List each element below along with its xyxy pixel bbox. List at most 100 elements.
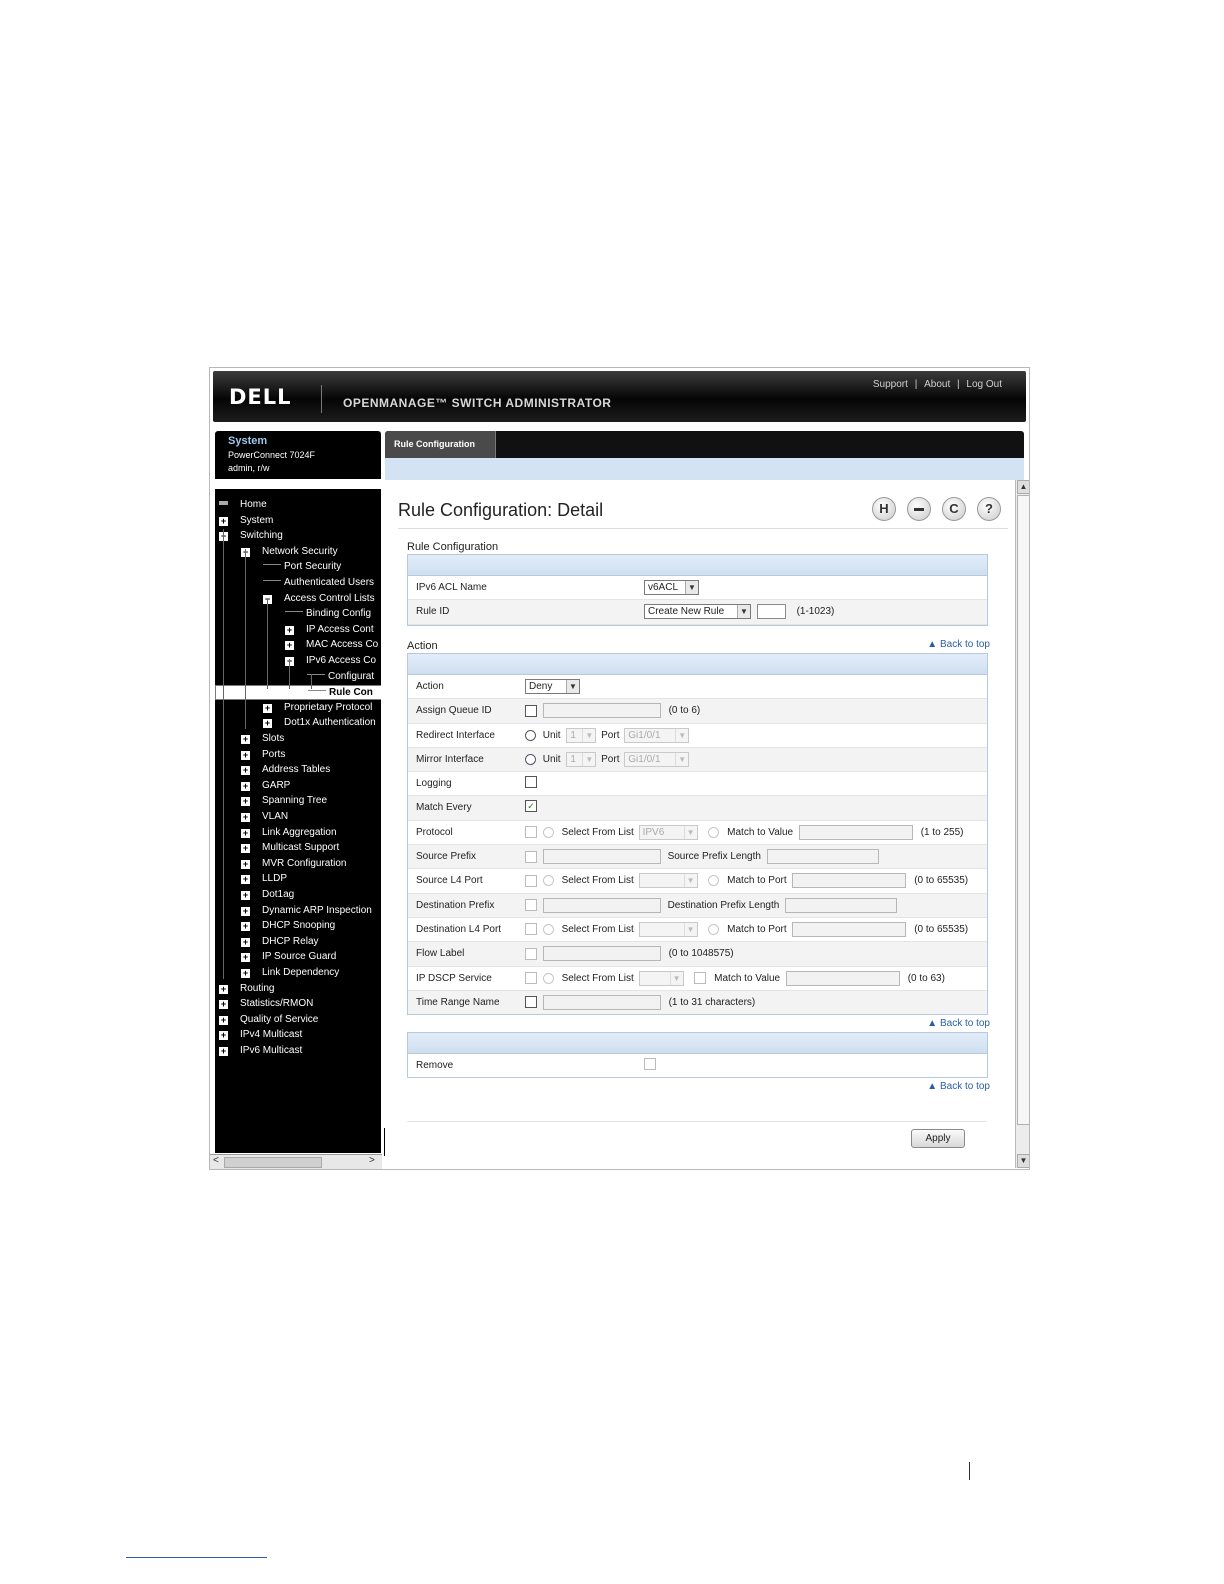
dest-l4-select[interactable]: ▼ <box>638 921 698 937</box>
expand-icon[interactable]: + <box>241 875 250 885</box>
nav-item-dot1ag[interactable]: + Dot1ag <box>241 887 294 902</box>
expand-icon[interactable]: + <box>241 922 250 932</box>
redirect-radio[interactable] <box>525 729 536 741</box>
nav-item-ipv4-multicast[interactable]: + IPv4 Multicast <box>219 1027 302 1042</box>
nav-item-ports[interactable]: + Ports <box>241 747 285 762</box>
source-l4-port-input[interactable] <box>792 873 907 889</box>
nav-item-multicast-support[interactable]: + Multicast Support <box>241 840 339 855</box>
expand-icon[interactable]: + <box>219 1000 228 1010</box>
protocol-select[interactable]: IPV6 ▼ <box>638 824 698 840</box>
expand-icon[interactable]: + <box>241 797 250 807</box>
expand-icon[interactable]: + <box>263 719 272 729</box>
scroll-up-arrow[interactable]: ▲ <box>1017 480 1029 494</box>
source-l4-select[interactable]: ▼ <box>638 873 698 889</box>
flow-label-input[interactable] <box>542 946 661 962</box>
save-icon[interactable]: H <box>872 497 896 521</box>
expand-icon[interactable]: + <box>285 625 294 635</box>
logout-link[interactable]: Log Out <box>966 379 1002 390</box>
scroll-thumb[interactable] <box>1017 495 1029 1125</box>
source-l4-list-radio[interactable] <box>542 875 554 887</box>
nav-item-mvr-configuration[interactable]: + MVR Configuration <box>241 856 346 871</box>
expand-icon[interactable]: + <box>285 641 294 651</box>
expand-icon[interactable]: + <box>219 984 228 994</box>
nav-item-rule-con[interactable]: Rule Con <box>215 685 381 701</box>
assign-queue-input[interactable] <box>542 703 661 719</box>
dest-l4-port-radio[interactable] <box>708 923 720 935</box>
dest-prefix-checkbox[interactable] <box>525 899 537 912</box>
dscp-value-input[interactable] <box>785 970 900 986</box>
dscp-select[interactable]: ▼ <box>638 970 684 986</box>
nav-item-link-aggregation[interactable]: + Link Aggregation <box>241 825 337 840</box>
expand-icon[interactable]: + <box>241 781 250 791</box>
content-vertical-scrollbar[interactable]: ▲ ▼ <box>1015 480 1029 1168</box>
refresh-icon[interactable]: C <box>942 497 966 521</box>
flow-label-checkbox[interactable] <box>525 947 537 960</box>
redirect-port-select[interactable]: Gi1/0/1 ▼ <box>624 727 690 743</box>
source-l4-checkbox[interactable] <box>525 874 537 887</box>
back-to-top-link[interactable]: ▲ Back to top <box>927 1081 990 1092</box>
nav-item-home[interactable]: Home <box>219 497 267 512</box>
tab-rule-configuration[interactable]: Rule Configuration <box>385 431 496 458</box>
dscp-value-checkbox[interactable] <box>694 972 707 985</box>
dest-prefix-input[interactable] <box>542 897 661 913</box>
rule-id-input[interactable] <box>756 604 786 620</box>
expand-icon[interactable]: + <box>241 953 250 963</box>
nav-item-authenticated-users[interactable]: Authenticated Users <box>263 575 374 590</box>
remove-checkbox[interactable] <box>644 1058 656 1070</box>
apply-button[interactable]: Apply <box>911 1129 965 1148</box>
nav-item-ipv6-multicast[interactable]: + IPv6 Multicast <box>219 1043 302 1058</box>
expand-icon[interactable]: + <box>241 828 250 838</box>
expand-icon[interactable]: + <box>219 516 228 526</box>
nav-item-proprietary-protocol[interactable]: + Proprietary Protocol <box>263 700 372 715</box>
nav-item-ip-access-cont[interactable]: + IP Access Cont <box>285 622 374 637</box>
rule-id-select[interactable]: Create New Rule ▼ <box>644 604 751 620</box>
scroll-right-arrow[interactable]: > <box>369 1155 375 1166</box>
mirror-radio[interactable] <box>525 753 536 765</box>
expand-icon[interactable]: + <box>241 844 250 854</box>
nav-item-dhcp-snooping[interactable]: + DHCP Snooping <box>241 918 335 933</box>
expand-icon[interactable]: + <box>241 969 250 978</box>
expand-icon[interactable]: + <box>219 1031 228 1041</box>
redirect-unit-select[interactable]: 1 ▼ <box>566 727 597 743</box>
expand-icon[interactable]: + <box>263 703 272 713</box>
back-to-top-link[interactable]: ▲ Back to top <box>927 1018 990 1029</box>
nav-item-address-tables[interactable]: + Address Tables <box>241 762 330 777</box>
assign-queue-checkbox[interactable] <box>525 704 537 717</box>
mirror-port-select[interactable]: Gi1/0/1 ▼ <box>624 751 690 767</box>
nav-item-quality-of-service[interactable]: + Quality of Service <box>219 1012 318 1027</box>
nav-item-ip-source-guard[interactable]: + IP Source Guard <box>241 949 336 964</box>
source-prefix-input[interactable] <box>542 849 661 865</box>
scroll-left-arrow[interactable]: < <box>213 1155 219 1166</box>
nav-item-lldp[interactable]: + LLDP <box>241 871 287 886</box>
source-prefix-length-input[interactable] <box>766 849 879 865</box>
dest-l4-list-radio[interactable] <box>542 923 554 935</box>
protocol-value-radio[interactable] <box>708 826 720 838</box>
action-select[interactable]: Deny ▼ <box>525 679 580 694</box>
protocol-value-input[interactable] <box>798 824 913 840</box>
dscp-list-radio[interactable] <box>542 972 554 984</box>
source-l4-port-radio[interactable] <box>708 875 720 887</box>
protocol-checkbox[interactable] <box>525 826 537 839</box>
nav-item-slots[interactable]: + Slots <box>241 731 284 746</box>
expand-icon[interactable]: + <box>219 1047 228 1056</box>
nav-item-dot1x-authentication[interactable]: + Dot1x Authentication <box>263 715 376 730</box>
nav-item-ipv6-access-co[interactable]: −IPv6 Access Co <box>285 653 376 668</box>
help-icon[interactable]: ? <box>977 497 1001 521</box>
time-range-checkbox[interactable] <box>525 996 537 1009</box>
expand-icon[interactable]: + <box>219 1015 228 1025</box>
mirror-unit-select[interactable]: 1 ▼ <box>566 751 597 767</box>
support-link[interactable]: Support <box>873 379 908 390</box>
print-icon[interactable]: ▬ <box>907 497 931 521</box>
expand-icon[interactable]: + <box>241 906 250 916</box>
back-to-top-link[interactable]: ▲ Back to top <box>927 639 990 650</box>
source-prefix-checkbox[interactable] <box>525 850 537 863</box>
nav-item-routing[interactable]: + Routing <box>219 981 274 996</box>
expand-icon[interactable]: + <box>241 891 250 900</box>
scroll-thumb[interactable] <box>224 1157 322 1168</box>
nav-item-mac-access-co[interactable]: + MAC Access Co <box>285 637 378 652</box>
nav-item-binding-config[interactable]: Binding Config <box>285 606 371 621</box>
dest-l4-checkbox[interactable] <box>525 923 537 936</box>
nav-item-link-dependency[interactable]: + Link Dependency <box>241 965 339 980</box>
dest-l4-port-input[interactable] <box>792 921 907 937</box>
match-every-checkbox[interactable]: ✓ <box>525 800 537 813</box>
